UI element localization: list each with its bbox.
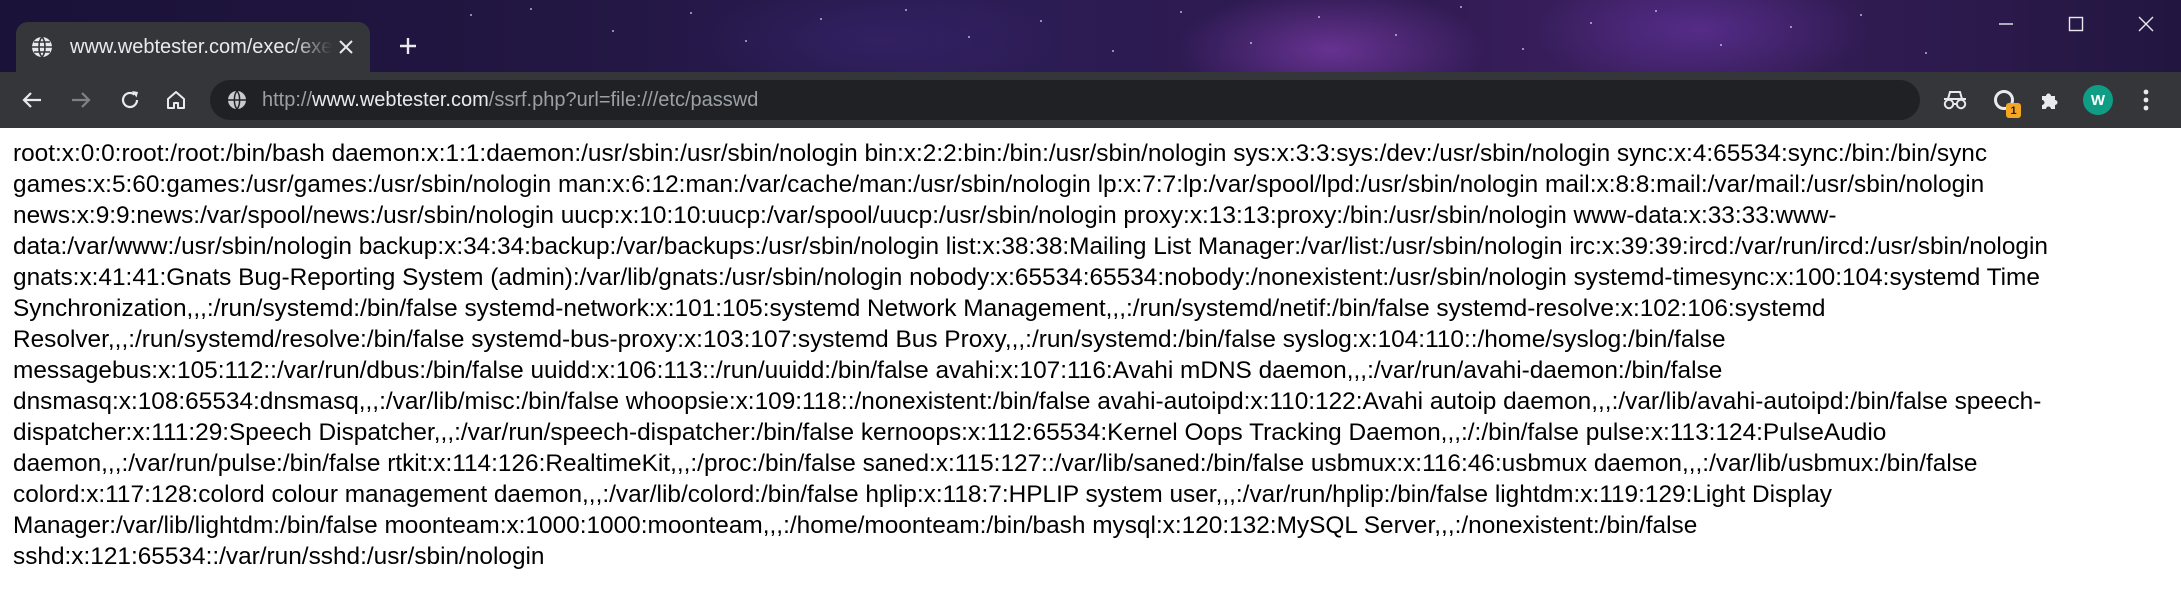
forward-button[interactable] — [61, 80, 101, 120]
browser-toolbar: http://www.webtester.com/ssrf.php?url=fi… — [0, 72, 2181, 128]
kebab-menu-icon — [2143, 89, 2149, 111]
url-path: /ssrf.php?url=file:///etc/passwd — [488, 88, 759, 111]
home-button[interactable] — [156, 80, 196, 120]
back-button[interactable] — [12, 80, 52, 120]
minimize-button[interactable] — [1973, 0, 2039, 48]
incognito-button[interactable] — [1935, 80, 1975, 120]
reload-icon — [121, 91, 139, 109]
url-text[interactable]: http://www.webtester.com/ssrf.php?url=fi… — [262, 89, 758, 112]
extension-button[interactable]: 1 — [1984, 80, 2024, 120]
forward-arrow-icon — [72, 92, 91, 108]
reload-button[interactable] — [110, 80, 150, 120]
address-bar[interactable]: http://www.webtester.com/ssrf.php?url=fi… — [210, 80, 1920, 120]
new-tab-button[interactable] — [390, 28, 426, 64]
globe-icon — [32, 36, 52, 58]
passwd-file-text: root:x:0:0:root:/root:/bin/bash daemon:x… — [13, 140, 2048, 570]
info-globe-icon[interactable] — [226, 89, 248, 111]
browser-tab-active[interactable]: www.webtester.com/exec/exec — [16, 22, 370, 72]
page-content: root:x:0:0:root:/root:/bin/bash daemon:x… — [0, 128, 2181, 604]
maximize-icon — [2068, 16, 2084, 32]
avatar: W — [2083, 85, 2113, 115]
extension-badge: 1 — [2006, 103, 2021, 118]
url-scheme: http:// — [262, 88, 313, 111]
incognito-icon — [1943, 91, 1967, 110]
plus-icon — [400, 38, 416, 54]
tab-title: www.webtester.com/exec/exec — [70, 35, 332, 58]
close-tab-icon[interactable] — [334, 35, 358, 59]
close-icon — [2138, 16, 2154, 32]
puzzle-icon — [2042, 93, 2058, 109]
profile-button[interactable]: W — [2078, 80, 2118, 120]
extensions-menu-button[interactable] — [2030, 80, 2070, 120]
browser-titlebar: www.webtester.com/exec/exec — [0, 0, 2181, 72]
browser-menu-button[interactable] — [2126, 80, 2166, 120]
url-host: www.webtester.com — [312, 88, 489, 111]
home-icon — [167, 91, 185, 109]
minimize-icon — [1999, 23, 2013, 25]
maximize-button[interactable] — [2043, 0, 2109, 48]
close-window-button[interactable] — [2113, 0, 2179, 48]
back-arrow-icon — [22, 92, 41, 108]
